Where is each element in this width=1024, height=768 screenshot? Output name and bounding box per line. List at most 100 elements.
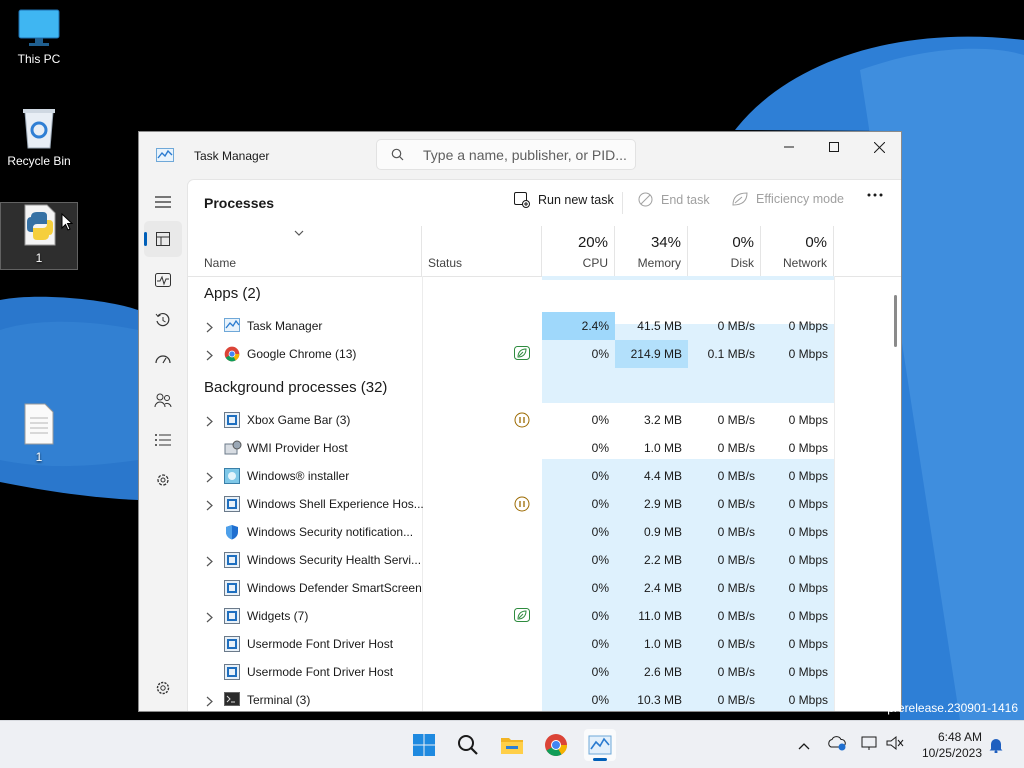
chevron-right-icon[interactable] bbox=[206, 498, 213, 516]
chevron-right-icon[interactable] bbox=[206, 610, 213, 628]
more-options-button[interactable] bbox=[867, 193, 883, 197]
volume-tray-button[interactable] bbox=[886, 735, 904, 756]
search-input[interactable]: Type a name, publisher, or PID... bbox=[376, 139, 636, 170]
efficiency-leaf-icon bbox=[514, 346, 530, 365]
process-row[interactable]: Xbox Game Bar (3) 0% 3.2 MB 0 MB/s 0 Mbps bbox=[188, 406, 888, 434]
process-row[interactable]: Windows Security Health Servi... 0% 2.2 MB… bbox=[188, 546, 888, 574]
network-cell: 0 Mbps bbox=[788, 553, 828, 567]
vertical-scrollbar[interactable] bbox=[894, 295, 897, 347]
text-file-desktop-icon[interactable]: 1 bbox=[0, 402, 78, 464]
task-manager-taskbar-button[interactable] bbox=[584, 729, 616, 761]
monitor-icon bbox=[18, 9, 60, 46]
nav-services[interactable] bbox=[144, 462, 182, 498]
security-shield-icon bbox=[224, 524, 240, 540]
network-cell: 0 Mbps bbox=[788, 497, 828, 511]
group-header[interactable]: Background processes (32) bbox=[204, 379, 387, 396]
memory-cell: 2.9 MB bbox=[643, 497, 682, 511]
cpu-cell: 0% bbox=[591, 553, 609, 567]
start-button[interactable] bbox=[408, 729, 440, 761]
column-header-cpu[interactable]: 20% CPU bbox=[542, 226, 615, 276]
process-row[interactable]: Windows Shell Experience Hos... 0% 2.9 MB 0… bbox=[188, 490, 888, 518]
desktop-icon-label: This PC bbox=[17, 52, 61, 66]
end-task-button[interactable]: End task bbox=[638, 192, 710, 207]
process-row[interactable]: Usermode Font Driver Host 0% 1.0 MB 0 MB/s 0… bbox=[188, 630, 888, 658]
volume-muted-icon bbox=[886, 735, 904, 751]
chevron-right-icon[interactable] bbox=[206, 414, 213, 432]
onedrive-tray-button[interactable] bbox=[828, 735, 848, 756]
hamburger-menu-button[interactable] bbox=[144, 184, 182, 220]
memory-cell: 4.4 MB bbox=[643, 469, 682, 483]
column-header-network[interactable]: 0% Network bbox=[761, 226, 834, 276]
process-row[interactable]: Terminal (3) 0% 10.3 MB 0 MB/s 0 Mbps bbox=[188, 686, 888, 711]
performance-icon bbox=[155, 273, 171, 287]
column-header-memory[interactable]: 34% Memory bbox=[615, 226, 688, 276]
process-name: WMI Provider Host bbox=[247, 441, 348, 455]
process-row[interactable]: WMI Provider Host 0% 1.0 MB 0 MB/s 0 Mbps bbox=[188, 434, 888, 462]
file-explorer-icon bbox=[501, 738, 523, 754]
cpu-cell: 0% bbox=[591, 497, 609, 511]
close-button[interactable] bbox=[856, 132, 901, 162]
network-tray-button[interactable] bbox=[860, 735, 880, 756]
column-header-status[interactable]: Status bbox=[422, 226, 542, 276]
app-window-icon bbox=[224, 608, 240, 624]
process-row[interactable]: Windows Security notification... 0% 0.9 MB… bbox=[188, 518, 888, 546]
maximize-icon bbox=[829, 142, 839, 152]
title-bar[interactable]: Task Manager Type a name, publisher, or … bbox=[139, 132, 901, 182]
show-hidden-icons-button[interactable] bbox=[798, 737, 810, 755]
network-cell: 0 Mbps bbox=[788, 581, 828, 595]
chevron-right-icon[interactable] bbox=[206, 320, 213, 338]
recycle-bin-desktop-icon[interactable]: Recycle Bin bbox=[0, 106, 78, 168]
onedrive-icon bbox=[828, 736, 846, 751]
nav-users[interactable] bbox=[144, 382, 182, 418]
nav-settings[interactable] bbox=[144, 670, 182, 706]
group-header[interactable]: Apps (2) bbox=[204, 285, 261, 302]
chevron-right-icon[interactable] bbox=[206, 694, 213, 711]
system-clock[interactable]: 6:48 AM 10/25/2023 bbox=[922, 729, 982, 761]
process-name: Terminal (3) bbox=[247, 693, 311, 707]
desktop-icon-label: Recycle Bin bbox=[7, 154, 71, 168]
nav-details[interactable] bbox=[144, 422, 182, 458]
process-row[interactable]: Task Manager 2.4% 41.5 MB 0 MB/s 0 Mbps bbox=[188, 312, 888, 340]
nav-processes[interactable] bbox=[144, 221, 182, 257]
chevron-right-icon[interactable] bbox=[206, 470, 213, 488]
run-new-task-button[interactable]: Run new task bbox=[514, 192, 614, 208]
minimize-button[interactable] bbox=[766, 132, 812, 162]
efficiency-mode-button[interactable]: Efficiency mode bbox=[732, 192, 844, 206]
python-file-icon bbox=[24, 204, 56, 246]
chevron-right-icon[interactable] bbox=[206, 348, 213, 366]
process-row[interactable]: Windows Defender SmartScreen 0% 2.4 MB 0 MB… bbox=[188, 574, 888, 602]
process-row[interactable]: Google Chrome (13) 0% 214.9 MB 0.1 MB/s 0 Mb… bbox=[188, 340, 888, 368]
chevron-right-icon[interactable] bbox=[206, 554, 213, 572]
process-row[interactable]: Windows® installer 0% 4.4 MB 0 MB/s 0 Mbps bbox=[188, 462, 888, 490]
end-task-label: End task bbox=[661, 192, 710, 207]
chrome-taskbar-button[interactable] bbox=[540, 729, 572, 761]
taskbar-search-button[interactable] bbox=[452, 729, 484, 761]
disk-cell: 0 MB/s bbox=[717, 665, 755, 679]
app-window-icon bbox=[224, 664, 240, 680]
details-icon bbox=[155, 434, 171, 446]
users-icon bbox=[154, 393, 172, 408]
process-name: Windows Security notification... bbox=[247, 525, 414, 539]
wmi-host-icon bbox=[224, 440, 242, 456]
process-row[interactable]: Usermode Font Driver Host 0% 2.6 MB 0 MB/s 0… bbox=[188, 658, 888, 686]
column-memory-label: Memory bbox=[637, 256, 681, 270]
file-explorer-button[interactable] bbox=[496, 729, 528, 761]
this-pc-desktop-icon[interactable]: This PC bbox=[0, 8, 78, 66]
disk-cell: 0 MB/s bbox=[717, 319, 755, 333]
network-cell: 0 Mbps bbox=[788, 609, 828, 623]
notifications-button[interactable] bbox=[988, 737, 1004, 758]
app-window-icon bbox=[224, 636, 240, 652]
installer-icon bbox=[224, 468, 240, 484]
memory-cell: 3.2 MB bbox=[643, 413, 682, 427]
column-header-disk[interactable]: 0% Disk bbox=[688, 226, 761, 276]
memory-cell: 10.3 MB bbox=[637, 693, 682, 707]
maximize-button[interactable] bbox=[811, 132, 857, 162]
cpu-cell: 0% bbox=[591, 469, 609, 483]
column-header-name[interactable]: Name bbox=[188, 226, 422, 276]
nav-performance[interactable] bbox=[144, 262, 182, 298]
process-row[interactable]: Widgets (7) 0% 11.0 MB 0 MB/s 0 Mbps bbox=[188, 602, 888, 630]
search-placeholder: Type a name, publisher, or PID... bbox=[423, 147, 627, 163]
nav-startup-apps[interactable] bbox=[144, 342, 182, 378]
nav-app-history[interactable] bbox=[144, 302, 182, 338]
mouse-cursor-icon bbox=[61, 213, 73, 231]
